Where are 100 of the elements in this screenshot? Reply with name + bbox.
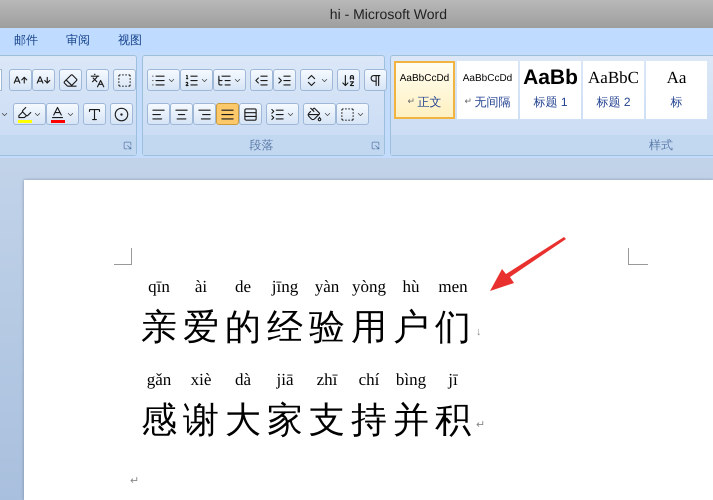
pinyin-text: de [234, 276, 252, 298]
align-center-button[interactable] [170, 103, 193, 125]
chinese-character: 并 [393, 399, 429, 442]
pinyin-text: gǎn [146, 369, 172, 391]
arrow-icon [488, 237, 568, 293]
phonetic-guide-button[interactable] [86, 69, 109, 91]
chinese-character: 经 [267, 306, 303, 349]
crop-mark-icon [628, 248, 648, 265]
borders-button[interactable] [336, 103, 369, 125]
paragraph-mark: ↓ [476, 324, 482, 340]
style-name: 标题 2 [596, 94, 630, 111]
window-title: hi - Microsoft Word [330, 4, 447, 24]
enclose-character-button[interactable] [110, 103, 133, 125]
ribbon-tab[interactable]: 审阅 [52, 31, 104, 49]
style-preview: AaBbCcDd [462, 72, 512, 86]
style-item[interactable]: AaBb 标题 1 [520, 61, 581, 119]
multilevel-list-button[interactable] [213, 69, 246, 91]
borders-icon [340, 106, 355, 122]
multilevel-list-icon [217, 72, 232, 88]
pinyin-text: chí [358, 369, 380, 391]
distribute-button[interactable] [239, 103, 262, 125]
crop-mark-icon [114, 248, 132, 265]
chinese-character: 户 [393, 306, 429, 349]
chinese-character: 的 [225, 306, 261, 349]
style-preview: Aa [666, 67, 686, 90]
dialog-launcher-icon[interactable] [123, 140, 132, 150]
justify-button[interactable] [216, 103, 239, 125]
bullets-button[interactable] [147, 69, 180, 91]
pinyin-text: jīng [272, 276, 298, 298]
color-bar-icon [50, 120, 64, 123]
character-border-button[interactable] [113, 69, 136, 91]
pinyin-text: bìng [396, 369, 426, 391]
shrink-font-button[interactable] [32, 69, 55, 91]
line-spacing-icon [270, 106, 285, 122]
style-name: 正文 [418, 94, 442, 111]
chinese-character: 感 [141, 399, 177, 442]
pinyin-text: men [438, 276, 468, 298]
group-label: 样式 [649, 137, 673, 154]
style-item[interactable]: AaBbCcDd ↵ 正文 [394, 61, 455, 119]
justify-icon [220, 106, 235, 122]
align-left-button[interactable] [147, 103, 170, 125]
pinyin-text: xiè [190, 369, 212, 391]
ribbon-tab[interactable]: 邮件 [0, 31, 52, 49]
paragraph-mark: ↵ [408, 95, 416, 108]
show-marks-button[interactable] [364, 69, 387, 91]
sort-button[interactable] [337, 69, 360, 91]
align-center-icon [174, 106, 189, 122]
align-right-button[interactable] [193, 103, 216, 125]
paragraph-mark: ↵ [464, 95, 472, 108]
clear-formatting-icon [63, 72, 78, 88]
highlight-icon [17, 105, 32, 120]
chinese-character: 大 [225, 399, 261, 442]
phonetic-guide-icon [90, 72, 105, 88]
character-border-icon [117, 72, 132, 88]
font-color-button[interactable] [46, 103, 79, 125]
font-color-icon [50, 105, 65, 120]
chinese-layout-button[interactable] [300, 69, 333, 91]
chinese-character: 们 [435, 306, 471, 349]
chinese-character: 支 [309, 399, 345, 442]
distribute-icon [243, 106, 258, 122]
pinyin-text: qīn [148, 276, 170, 298]
chinese-character: 用 [351, 306, 387, 349]
pinyin-text: hù [402, 276, 420, 298]
color-bar-icon [18, 120, 32, 123]
highlight-button[interactable] [13, 103, 46, 125]
show-marks-icon [368, 72, 383, 88]
pinyin-text: jī [448, 369, 458, 391]
shading-button[interactable] [303, 103, 336, 125]
decrease-indent-icon [254, 72, 269, 88]
style-item[interactable]: AaBbC 标题 2 [583, 61, 644, 119]
chinese-character: 积 [435, 399, 471, 442]
align-right-icon [197, 106, 212, 122]
style-name: 标 [670, 94, 682, 111]
chinese-character: 验 [309, 306, 345, 349]
increase-indent-icon [277, 72, 292, 88]
pinyin-text: ài [194, 276, 208, 298]
decrease-indent-button[interactable] [250, 69, 273, 91]
shading-icon [307, 106, 322, 122]
pinyin-text: dà [234, 369, 252, 391]
group-label: 段落 [250, 137, 274, 154]
style-name: 标题 1 [533, 94, 568, 111]
style-preview: AaBbC [588, 67, 639, 90]
chinese-character: 家 [267, 399, 303, 442]
chinese-character: 谢 [183, 399, 219, 442]
style-name: 无间隔 [474, 94, 510, 111]
line-spacing-button[interactable] [266, 103, 299, 125]
style-item[interactable]: AaBbCcDd ↵ 无间隔 [457, 61, 518, 119]
pinyin-text: jiā [276, 369, 294, 391]
dialog-launcher-icon[interactable] [371, 140, 380, 150]
ribbon-tab[interactable]: 视图 [104, 31, 156, 49]
clear-formatting-button[interactable] [59, 69, 82, 91]
sort-icon [341, 72, 356, 88]
numbering-button[interactable] [180, 69, 213, 91]
pinyin-text: yòng [352, 276, 386, 298]
style-item[interactable]: Aa 标 [646, 61, 707, 119]
increase-indent-button[interactable] [273, 69, 296, 91]
character-shading-button[interactable] [83, 103, 106, 125]
grow-font-button[interactable] [9, 69, 32, 91]
chinese-character: 爱 [183, 306, 219, 349]
style-preview: AaBb [523, 65, 578, 92]
